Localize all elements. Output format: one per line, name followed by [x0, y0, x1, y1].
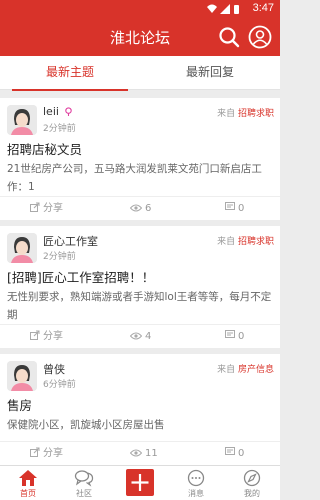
view-count: 4 [129, 325, 152, 349]
share-icon [30, 202, 40, 212]
nav-messages-label: 消息 [188, 489, 204, 498]
comment-icon [225, 330, 235, 338]
forum-link[interactable]: 招聘求职 [238, 109, 274, 119]
search-icon[interactable] [218, 26, 240, 48]
share-icon [30, 330, 40, 340]
community-icon [74, 470, 94, 487]
view-count: 11 [129, 442, 158, 466]
nav-profile-label: 我的 [244, 489, 260, 498]
nav-profile[interactable]: 我的 [224, 466, 280, 500]
comment-button[interactable]: 0 [225, 197, 244, 221]
share-button[interactable]: 分享 [30, 325, 63, 349]
comments-value: 0 [238, 331, 245, 342]
nav-home[interactable]: 首页 [0, 466, 56, 500]
post-source: 来自 房产信息 [217, 362, 274, 375]
post-excerpt: 21世纪房产公司，五马路大润发凯莱文苑门口新启店工作：1 [7, 163, 262, 193]
avatar-icon [7, 233, 37, 263]
avatar[interactable] [7, 361, 37, 391]
avatar-icon [7, 105, 37, 135]
comment-icon [225, 447, 235, 455]
status-bar: 3:47 [0, 0, 280, 18]
post-title[interactable]: 招聘店秘文员 [7, 139, 274, 158]
status-time: 3:47 [252, 2, 274, 14]
post-card[interactable]: 匠心工作室 2分钟前 来自 招聘求职 [招聘]匠心工作室招聘！！ 无性别要求，熟… [0, 226, 280, 348]
avatar[interactable] [7, 105, 37, 135]
post-time: 2分钟前 [43, 124, 76, 134]
post-actions: 分享 6 0 [0, 196, 280, 220]
tab-latest-topics[interactable]: 最新主题 [0, 56, 140, 91]
avatar-icon [7, 361, 37, 391]
message-icon [187, 469, 205, 487]
post-source: 来自 招聘求职 [217, 106, 274, 119]
post-time: 2分钟前 [43, 252, 76, 262]
nav-community[interactable]: 社区 [56, 466, 112, 500]
comments-value: 0 [238, 203, 245, 214]
app-bar: 淮北论坛 [0, 18, 280, 56]
female-icon [65, 107, 72, 116]
status-icons [207, 4, 239, 14]
new-post-button[interactable] [126, 469, 154, 496]
share-label: 分享 [43, 203, 63, 214]
nav-home-label: 首页 [20, 489, 36, 498]
source-prefix: 来自 [217, 109, 236, 119]
post-username[interactable]: leii [43, 105, 59, 118]
post-card[interactable]: 曾侠 6分钟前 来自 房产信息 售房 保健院小区，凯旋城小区房屋出售 分享 11… [0, 354, 280, 465]
share-label: 分享 [43, 448, 63, 459]
comments-value: 0 [238, 448, 245, 459]
eye-icon [129, 204, 143, 212]
post-excerpt: 保健院小区，凯旋城小区房屋出售 [7, 419, 165, 431]
bottom-nav: 首页 社区 消息 我的 [0, 465, 280, 500]
home-icon [19, 470, 37, 486]
post-excerpt: 无性别要求，熟知端游或者手游知lol王者等等，每月不定期 [7, 291, 272, 321]
nav-community-label: 社区 [76, 489, 92, 498]
eye-icon [129, 449, 143, 457]
tab-bar: 最新主题 最新回复 [0, 56, 280, 91]
eye-icon [129, 332, 143, 340]
views-value: 11 [145, 448, 158, 459]
post-actions: 分享 11 0 [0, 441, 280, 465]
source-prefix: 来自 [217, 237, 236, 247]
forum-link[interactable]: 房产信息 [238, 365, 274, 375]
source-prefix: 来自 [217, 365, 236, 375]
share-label: 分享 [43, 331, 63, 342]
comment-icon [225, 202, 235, 210]
share-button[interactable]: 分享 [30, 197, 63, 221]
tab-latest-replies[interactable]: 最新回复 [140, 56, 280, 90]
share-icon [30, 447, 40, 457]
compass-icon [243, 469, 261, 487]
comment-button[interactable]: 0 [225, 325, 244, 349]
comment-button[interactable]: 0 [225, 442, 244, 466]
views-value: 4 [145, 331, 152, 342]
plus-icon [131, 474, 149, 491]
post-username[interactable]: 曾侠 [43, 361, 65, 377]
post-time: 6分钟前 [43, 380, 76, 390]
post-actions: 分享 4 0 [0, 324, 280, 348]
nav-messages[interactable]: 消息 [168, 466, 224, 500]
views-value: 6 [145, 203, 152, 214]
post-username[interactable]: 匠心工作室 [43, 233, 98, 249]
avatar[interactable] [7, 233, 37, 263]
post-title[interactable]: [招聘]匠心工作室招聘！！ [7, 267, 274, 286]
post-source: 来自 招聘求职 [217, 234, 274, 247]
post-card[interactable]: leii 2分钟前 来自 招聘求职 招聘店秘文员 21世纪房产公司，五马路大润发… [0, 98, 280, 220]
user-icon[interactable] [248, 25, 272, 49]
share-button[interactable]: 分享 [30, 442, 63, 466]
forum-link[interactable]: 招聘求职 [238, 237, 274, 247]
post-title[interactable]: 售房 [7, 395, 274, 414]
view-count: 6 [129, 197, 152, 221]
